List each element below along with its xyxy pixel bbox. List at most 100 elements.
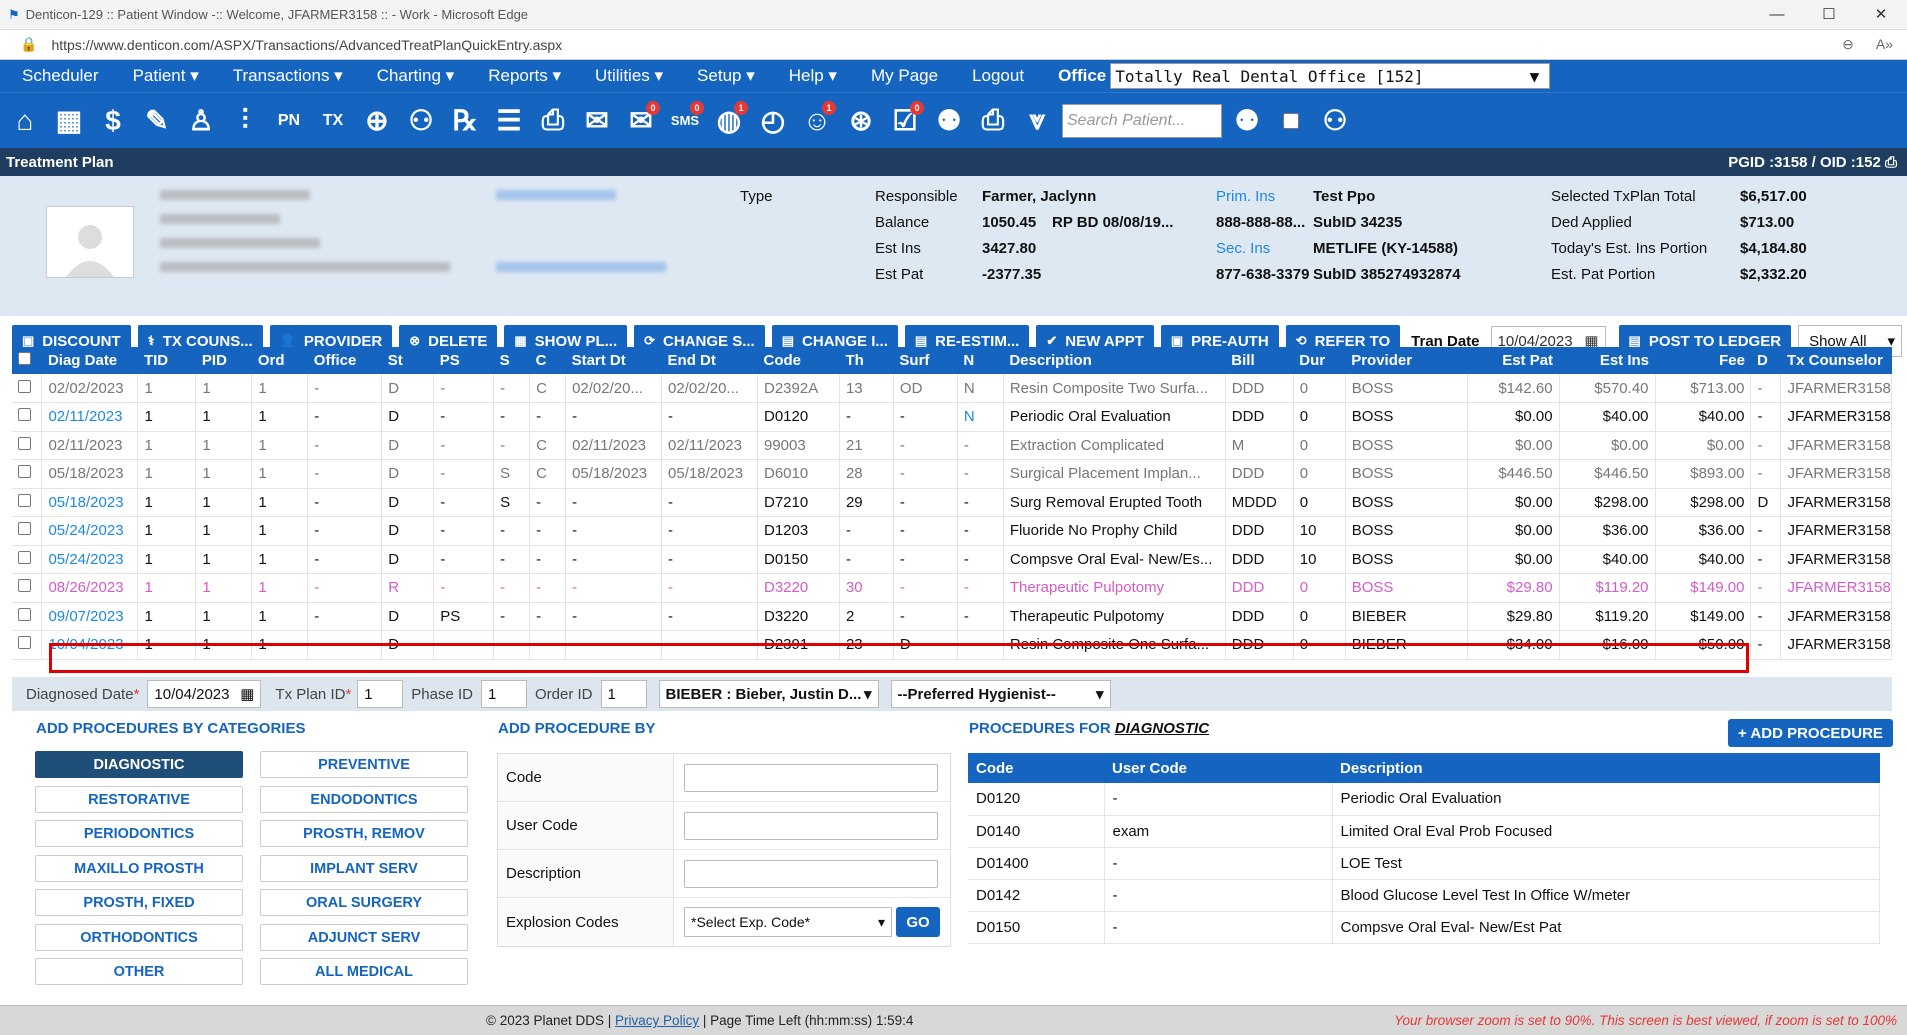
cat-adjunct-serv[interactable]: ADJUNCT SERV (260, 924, 468, 951)
col-n[interactable]: N (957, 347, 1004, 374)
office-select[interactable]: Totally Real Dental Office [152] ▼ (1110, 63, 1551, 89)
cat-oral-surgery[interactable]: ORAL SURGERY (260, 889, 468, 916)
cat-all-medical[interactable]: ALL MEDICAL (260, 958, 468, 985)
cell-diag-date[interactable]: 05/24/2023 (41, 516, 139, 546)
cat-prosth-fixed[interactable]: PROSTH, FIXED (35, 889, 243, 916)
cell-diag-date[interactable]: 02/02/2023 (41, 374, 139, 403)
order-id-input[interactable]: 1 (600, 680, 647, 708)
minimize-button[interactable]: — (1751, 0, 1803, 30)
col-code[interactable]: Code (757, 347, 840, 374)
menu-logout[interactable]: Logout (972, 66, 1024, 86)
col-office[interactable]: Office (307, 347, 382, 374)
col-ord[interactable]: Ord (251, 347, 308, 374)
procedure-row[interactable]: D0150- Compsve Oral Eval- New/Est Pat (968, 911, 1880, 944)
menu-transactions[interactable]: Transactions ▾ (233, 66, 343, 86)
col-dur[interactable]: Dur (1293, 347, 1346, 374)
rx-icon[interactable]: ℞ (446, 101, 484, 141)
row-checkbox[interactable] (12, 630, 43, 660)
table-row[interactable]: 05/18/2023 1 1 1- D - S C 05/18/2023 05/18/2023 D6… (12, 459, 1892, 489)
tasks-icon[interactable]: ☑ 0 (886, 100, 924, 141)
search-checkbox[interactable] (1272, 101, 1310, 141)
url-text[interactable]: https://www.denticon.com/ASPX/Transactio… (51, 37, 562, 53)
col-c[interactable]: C (529, 347, 566, 374)
cat-implant-serv[interactable]: IMPLANT SERV (260, 855, 468, 882)
procedure-row[interactable]: D0120- Periodic Oral Evaluation (968, 783, 1880, 816)
col-tid[interactable]: TID (137, 347, 196, 374)
col-s[interactable]: S (493, 347, 530, 374)
print-doc-icon[interactable]: ⎙ (534, 101, 572, 141)
cat-restorative[interactable]: RESTORATIVE (35, 786, 243, 813)
row-checkbox[interactable] (12, 602, 43, 631)
family-icon[interactable]: ⚇ (402, 101, 440, 141)
col-d[interactable]: D (1750, 347, 1781, 374)
sms-icon[interactable]: SMS 0 (666, 100, 704, 141)
forms-icon[interactable]: ☰ (490, 101, 528, 141)
recall-icon[interactable]: ☺ 1 (798, 100, 836, 141)
row-checkbox[interactable] (12, 431, 43, 460)
implant-icon[interactable]: ⫶ (226, 101, 264, 141)
cell-diag-date[interactable]: 09/07/2023 (41, 602, 139, 631)
col-start-dt[interactable]: Start Dt (565, 347, 662, 374)
calendar-icon[interactable]: ▦ (50, 101, 88, 141)
prim-ins-link[interactable]: Prim. Ins (1216, 188, 1275, 205)
cell-diag-date[interactable]: 08/26/2023 (41, 573, 139, 603)
table-row[interactable]: 05/24/2023 1 1 1- D - - - - - D0150- - - Compsve Oral… (12, 545, 1892, 574)
code-input[interactable] (684, 763, 938, 792)
menu-setup[interactable]: Setup ▾ (697, 66, 755, 86)
web-icon[interactable]: ⊛ (842, 101, 880, 141)
col-end-dt[interactable]: End Dt (661, 347, 758, 374)
table-row[interactable]: 02/11/2023 1 1 1- D - - - - - D0120- - N Periodic Ora… (12, 402, 1892, 432)
go-button[interactable]: GO (896, 907, 940, 937)
table-row[interactable]: 08/26/2023 1 1 1- R - - - - - D3220 30- - Therapeutic… (12, 573, 1892, 603)
row-checkbox[interactable] (12, 374, 43, 403)
notes-icon[interactable]: ✎ (138, 101, 176, 141)
printer-icon[interactable]: ⎙ (1885, 154, 1897, 171)
table-row[interactable]: 02/11/2023 1 1 1- D - - C 02/11/2023 02/11/2023 99… (12, 431, 1892, 460)
cat-diagnostic[interactable]: DIAGNOSTIC (35, 751, 243, 778)
select-all-header[interactable] (12, 347, 42, 374)
cat-orthodontics[interactable]: ORTHODONTICS (35, 924, 243, 951)
calendar-icon[interactable]: ▦ (240, 685, 254, 703)
user-code-input[interactable] (684, 811, 938, 840)
menu-charting[interactable]: Charting ▾ (377, 66, 455, 86)
row-checkbox[interactable] (12, 516, 43, 546)
cat-prosth-remov[interactable]: PROSTH, REMOV (260, 820, 468, 847)
phase-id-input[interactable]: 1 (481, 680, 527, 708)
procedure-row[interactable]: D01400- LOE Test (968, 847, 1880, 880)
diag-date-input[interactable]: 10/04/2023 ▦ (147, 680, 262, 708)
clock-icon[interactable]: ◴ (754, 101, 792, 141)
explosion-code-select[interactable]: *Select Exp. Code* ▾ (684, 907, 892, 937)
col-surf[interactable]: Surf (893, 347, 958, 374)
procedure-row[interactable]: D0140 exam Limited Oral Eval Prob Focused (968, 815, 1880, 848)
txplan-id-input[interactable]: 1 (357, 680, 404, 708)
close-button[interactable]: ✕ (1855, 0, 1907, 30)
col-st[interactable]: St (381, 347, 434, 374)
menu-patient[interactable]: Patient ▾ (133, 66, 199, 86)
col-est-ins[interactable]: Est Ins (1559, 347, 1656, 374)
maximize-button[interactable]: ☐ (1803, 0, 1855, 30)
menu-utilities[interactable]: Utilities ▾ (595, 66, 663, 86)
col-ps[interactable]: PS (433, 347, 494, 374)
cell-diag-date[interactable]: 02/11/2023 (41, 431, 139, 460)
cat-preventive[interactable]: PREVENTIVE (260, 751, 468, 778)
home-icon[interactable]: ⌂ (6, 101, 44, 141)
table-row[interactable]: 09/07/2023 1 1 1- D PS - - - - D3220 2- - Therapeutic… (12, 602, 1892, 631)
col-bill[interactable]: Bill (1225, 347, 1294, 374)
menu-scheduler[interactable]: Scheduler (22, 66, 99, 86)
printer-icon[interactable]: ⎙ (974, 101, 1012, 141)
search-patient-input[interactable]: Search Patient... (1062, 103, 1222, 138)
row-checkbox[interactable] (12, 573, 43, 603)
col-est-pat[interactable]: Est Pat (1467, 347, 1560, 374)
col-pid[interactable]: PID (195, 347, 252, 374)
mail-icon[interactable]: ✉ (578, 101, 616, 141)
procedure-row[interactable]: D0142- Blood Glucose Level Test In Office… (968, 879, 1880, 912)
table-row[interactable]: 05/18/2023 1 1 1- D - S - - - D7210 29- - Surg Remova… (12, 488, 1892, 517)
cat-endodontics[interactable]: ENDODONTICS (260, 786, 468, 813)
group-search-icon[interactable]: ⚇ (1316, 101, 1354, 141)
collapse-icon[interactable]: ⩔ (1018, 101, 1056, 141)
cell-diag-date[interactable]: 05/18/2023 (41, 488, 139, 517)
tx-icon[interactable]: TX (314, 101, 352, 141)
col-tx-counselor[interactable]: Tx Counselor (1780, 347, 1892, 374)
sec-ins-link[interactable]: Sec. Ins (1216, 240, 1270, 257)
provider-select[interactable]: BIEBER : Bieber, Justin D... ▾ (658, 680, 879, 708)
